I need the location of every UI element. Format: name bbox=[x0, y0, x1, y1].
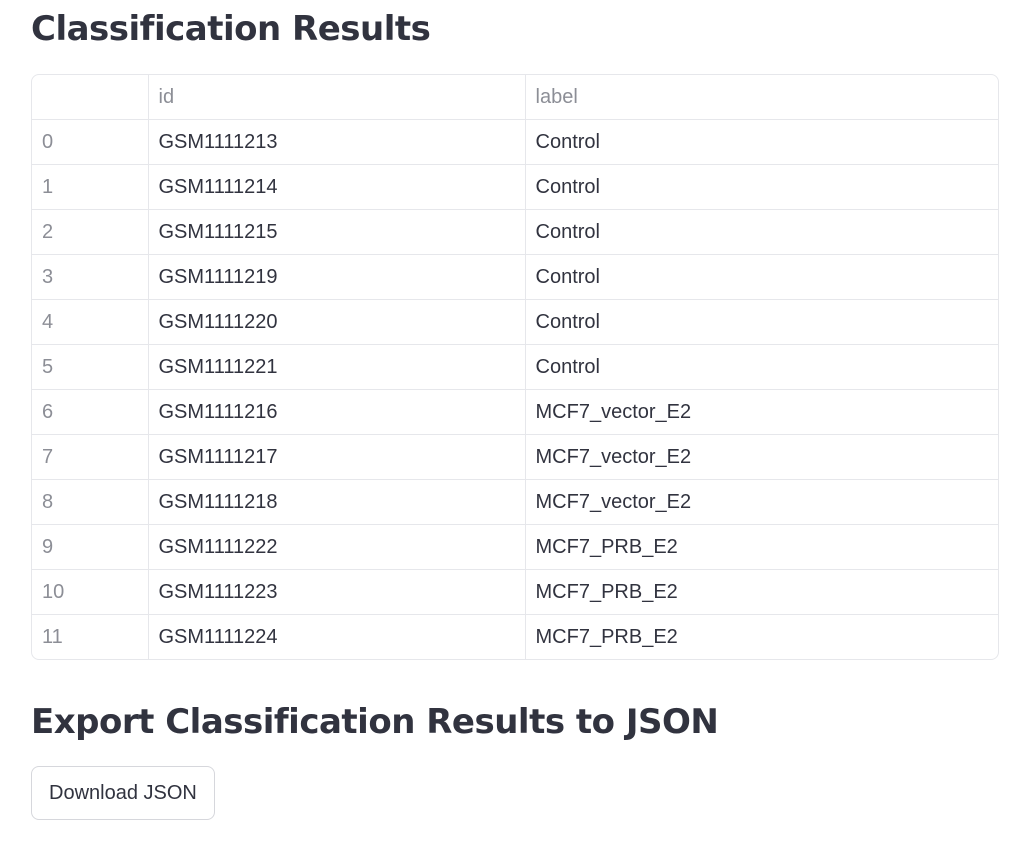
row-index[interactable]: 6 bbox=[32, 389, 149, 435]
column-header-id[interactable]: id bbox=[148, 75, 526, 120]
cell-id[interactable]: GSM1111222 bbox=[148, 524, 526, 570]
table-row: 10 GSM1111223 MCF7_PRB_E2 bbox=[32, 569, 998, 615]
cell-id[interactable]: GSM1111224 bbox=[148, 614, 526, 659]
cell-label[interactable]: MCF7_PRB_E2 bbox=[525, 524, 998, 570]
cell-label[interactable]: MCF7_PRB_E2 bbox=[525, 615, 998, 660]
download-json-button[interactable]: Download JSON bbox=[31, 766, 215, 820]
cell-id[interactable]: GSM1111217 bbox=[148, 434, 526, 480]
table-row: 7 GSM1111217 MCF7_vector_E2 bbox=[32, 434, 998, 480]
row-index[interactable]: 1 bbox=[32, 164, 149, 210]
table-row: 5 GSM1111221 Control bbox=[32, 344, 998, 390]
cell-id[interactable]: GSM1111216 bbox=[148, 389, 526, 435]
table-row: 1 GSM1111214 Control bbox=[32, 164, 998, 210]
table-row: 4 GSM1111220 Control bbox=[32, 299, 998, 345]
row-index[interactable]: 11 bbox=[32, 614, 149, 659]
row-index[interactable]: 2 bbox=[32, 209, 149, 255]
table-row: 9 GSM1111222 MCF7_PRB_E2 bbox=[32, 524, 998, 570]
cell-label[interactable]: Control bbox=[525, 344, 998, 390]
table-row: 0 GSM1111213 Control bbox=[32, 119, 998, 165]
cell-label[interactable]: Control bbox=[525, 209, 998, 255]
row-index[interactable]: 5 bbox=[32, 344, 149, 390]
row-index[interactable]: 7 bbox=[32, 434, 149, 480]
cell-label[interactable]: MCF7_vector_E2 bbox=[525, 389, 998, 435]
row-index[interactable]: 10 bbox=[32, 569, 149, 615]
row-index[interactable]: 4 bbox=[32, 299, 149, 345]
cell-id[interactable]: GSM1111215 bbox=[148, 209, 526, 255]
table-header-row: id label bbox=[32, 75, 998, 120]
table-row: 2 GSM1111215 Control bbox=[32, 209, 998, 255]
cell-label[interactable]: Control bbox=[525, 164, 998, 210]
cell-id[interactable]: GSM1111218 bbox=[148, 479, 526, 525]
column-header-label[interactable]: label bbox=[525, 75, 998, 120]
cell-label[interactable]: MCF7_vector_E2 bbox=[525, 434, 998, 480]
row-index[interactable]: 9 bbox=[32, 524, 149, 570]
cell-id[interactable]: GSM1111220 bbox=[148, 299, 526, 345]
results-table: id label 0 GSM1111213 Control 1 GSM11112… bbox=[32, 75, 998, 659]
cell-id[interactable]: GSM1111219 bbox=[148, 254, 526, 300]
cell-id[interactable]: GSM1111221 bbox=[148, 344, 526, 390]
cell-label[interactable]: MCF7_vector_E2 bbox=[525, 479, 998, 525]
row-index[interactable]: 8 bbox=[32, 479, 149, 525]
cell-id[interactable]: GSM1111213 bbox=[148, 119, 526, 165]
table-row: 8 GSM1111218 MCF7_vector_E2 bbox=[32, 479, 998, 525]
cell-label[interactable]: Control bbox=[525, 254, 998, 300]
cell-label[interactable]: Control bbox=[525, 119, 998, 165]
cell-id[interactable]: GSM1111223 bbox=[148, 569, 526, 615]
cell-label[interactable]: MCF7_PRB_E2 bbox=[525, 569, 998, 615]
row-index[interactable]: 3 bbox=[32, 254, 149, 300]
cell-label[interactable]: Control bbox=[525, 299, 998, 345]
cell-id[interactable]: GSM1111214 bbox=[148, 164, 526, 210]
row-index[interactable]: 0 bbox=[32, 119, 149, 165]
table-row: 11 GSM1111224 MCF7_PRB_E2 bbox=[32, 614, 998, 660]
table-row: 3 GSM1111219 Control bbox=[32, 254, 998, 300]
classification-results-heading: Classification Results bbox=[31, 9, 431, 49]
export-heading: Export Classification Results to JSON bbox=[31, 702, 719, 742]
table-row: 6 GSM1111216 MCF7_vector_E2 bbox=[32, 389, 998, 435]
results-dataframe[interactable]: id label 0 GSM1111213 Control 1 GSM11112… bbox=[31, 74, 999, 660]
column-header-index[interactable] bbox=[32, 75, 149, 120]
